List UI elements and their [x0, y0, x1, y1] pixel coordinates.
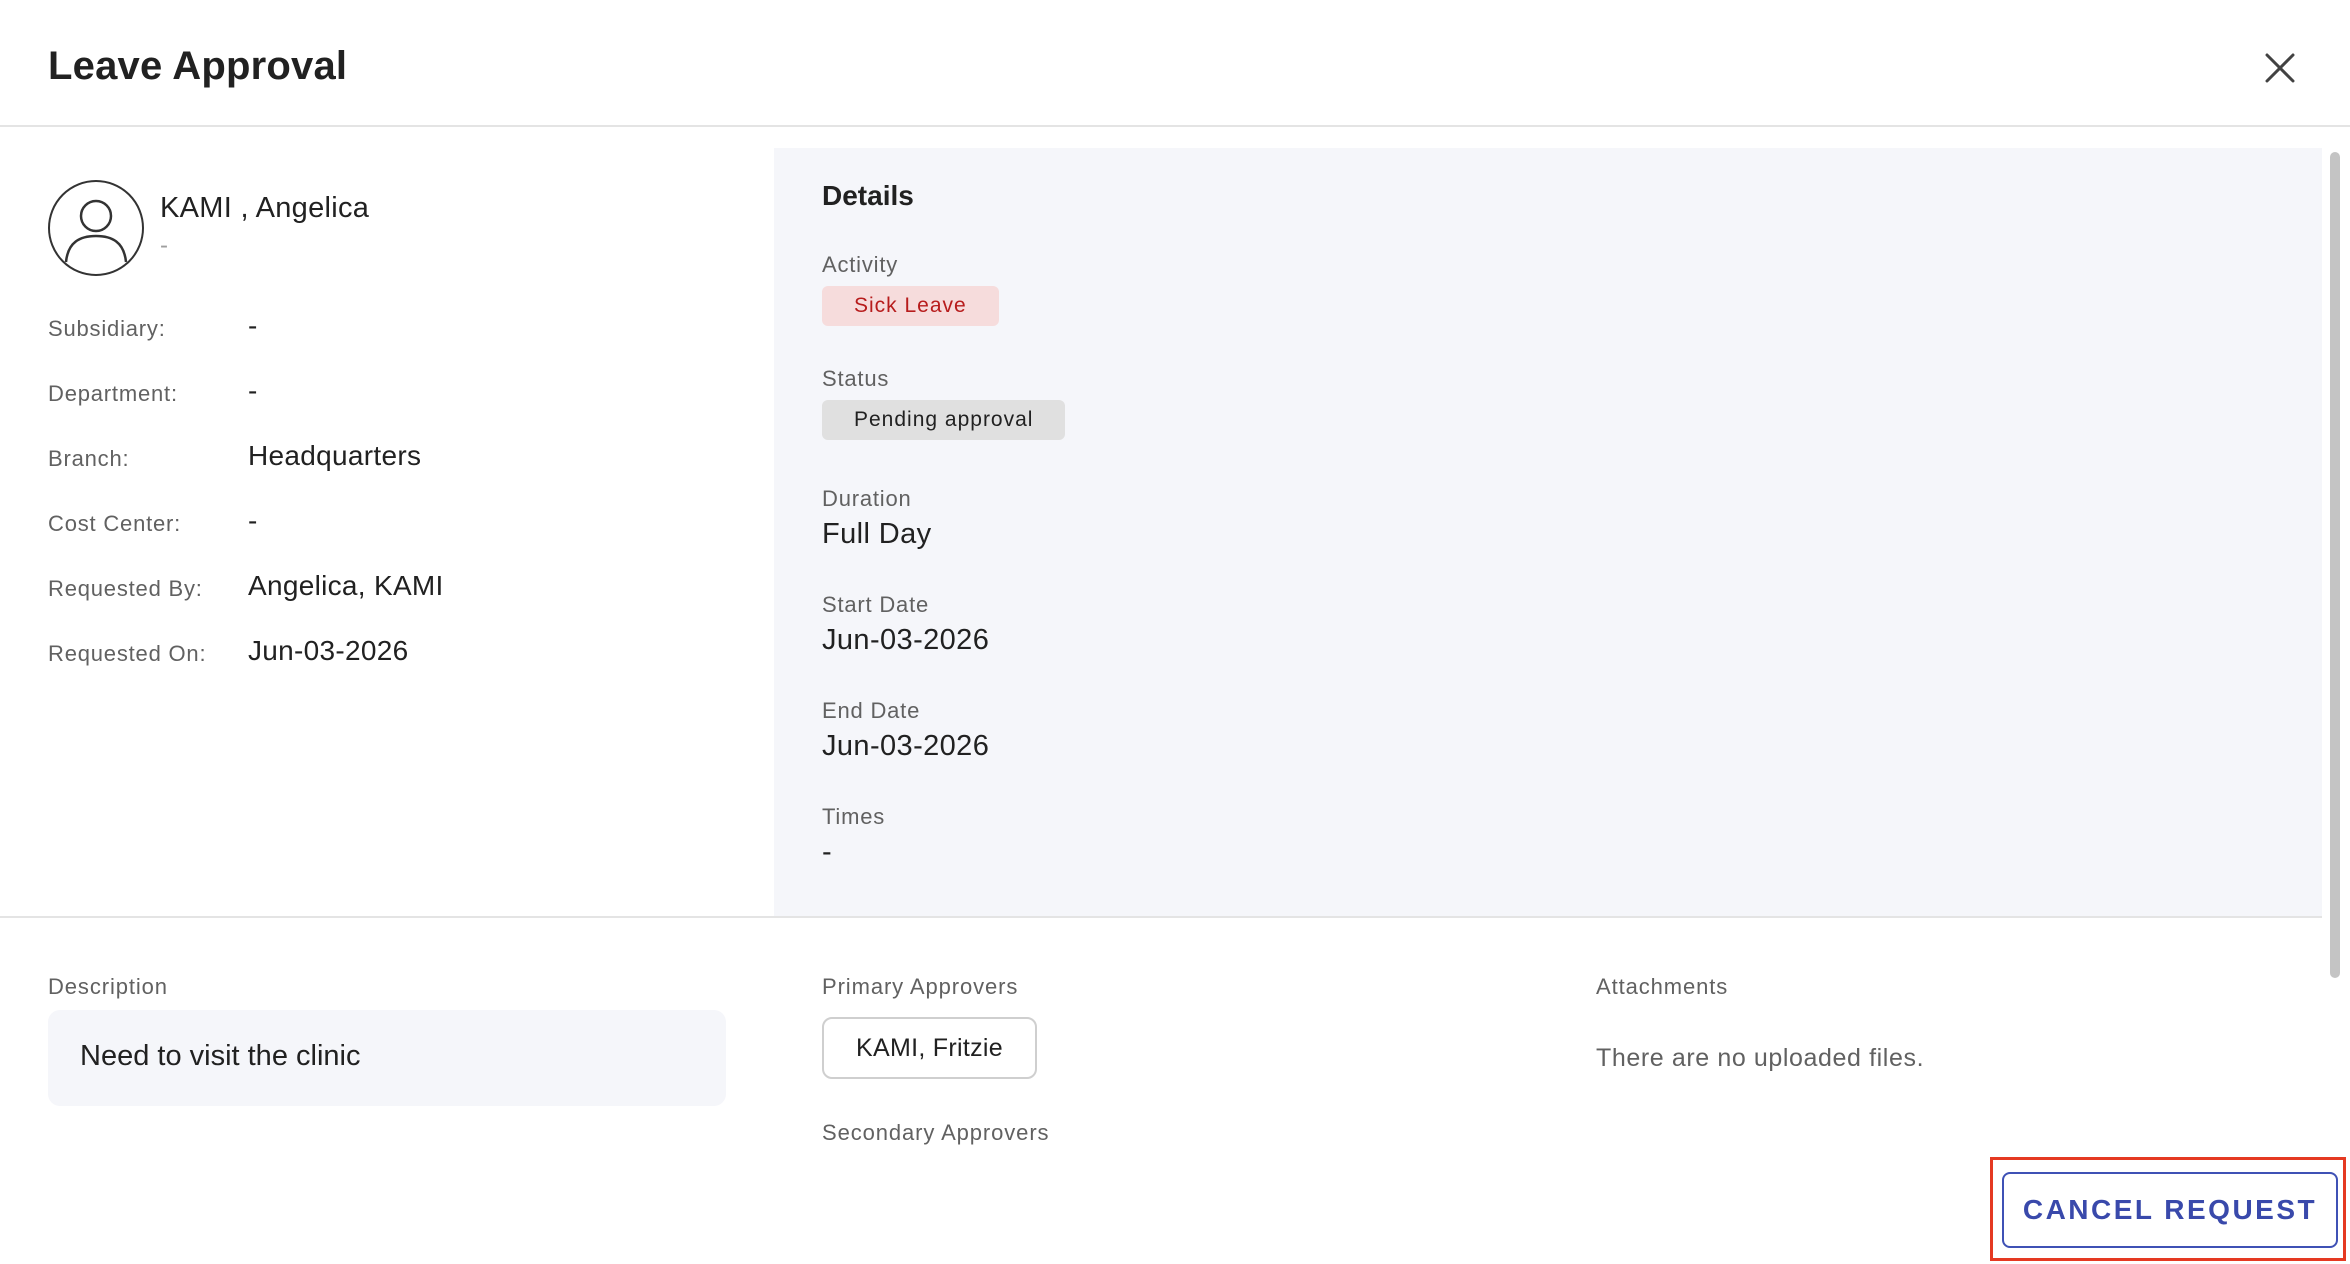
info-label: Subsidiary:	[48, 316, 166, 341]
close-icon	[2265, 53, 2295, 83]
info-row-requested-by: Requested By: Angelica, KAMI	[48, 570, 748, 610]
end-date-label: End Date	[822, 698, 921, 723]
info-label: Branch:	[48, 446, 130, 471]
info-row-branch: Branch: Headquarters	[48, 440, 748, 480]
info-label: Department:	[48, 381, 178, 406]
description-box: Need to visit the clinic	[48, 1010, 726, 1106]
info-value: -	[248, 310, 258, 341]
attachments-label: Attachments	[1596, 974, 1729, 999]
primary-approvers-label: Primary Approvers	[822, 974, 1019, 999]
info-value: -	[248, 375, 258, 406]
employee-subtitle: -	[160, 232, 168, 259]
status-label: Status	[822, 366, 890, 391]
info-label: Requested On:	[48, 641, 207, 666]
dialog-title: Leave Approval	[48, 44, 348, 88]
user-avatar-icon	[64, 199, 128, 263]
description-label: Description	[48, 974, 168, 999]
info-label: Cost Center:	[48, 511, 182, 536]
info-row-subsidiary: Subsidiary: -	[48, 310, 748, 350]
activity-chip: Sick Leave	[822, 286, 999, 326]
bottom-section: Description Need to visit the clinic Pri…	[0, 918, 2322, 1264]
details-title: Details	[822, 180, 914, 211]
start-date-label: Start Date	[822, 592, 930, 617]
start-date-value: Jun-03-2026	[822, 624, 990, 656]
times-value: -	[822, 836, 833, 868]
avatar	[48, 180, 144, 276]
info-value: Jun-03-2026	[248, 635, 409, 666]
close-button[interactable]	[2256, 44, 2304, 92]
info-row-cost-center: Cost Center: -	[48, 505, 748, 545]
approver-chip: KAMI, Fritzie	[822, 1017, 1037, 1079]
dialog-header: Leave Approval	[0, 0, 2350, 127]
status-badge: Pending approval	[822, 400, 1066, 440]
details-panel: Details Activity Sick Leave Status Pendi…	[774, 148, 2322, 916]
cancel-request-button[interactable]: CANCEL REQUEST	[2002, 1172, 2338, 1248]
scrollbar-thumb[interactable]	[2330, 152, 2340, 978]
scrollbar[interactable]	[2326, 148, 2344, 1248]
info-label: Requested By:	[48, 576, 203, 601]
duration-label: Duration	[822, 486, 912, 511]
times-label: Times	[822, 804, 886, 829]
description-text: Need to visit the clinic	[80, 1040, 361, 1072]
end-date-value: Jun-03-2026	[822, 730, 990, 762]
info-row-requested-on: Requested On: Jun-03-2026	[48, 635, 748, 675]
info-value: Headquarters	[248, 440, 422, 471]
employee-panel: KAMI , Angelica - Subsidiary: - Departme…	[0, 128, 774, 916]
duration-value: Full Day	[822, 518, 932, 550]
secondary-approvers-label: Secondary Approvers	[822, 1120, 1050, 1145]
activity-label: Activity	[822, 252, 899, 277]
info-value: -	[248, 505, 258, 536]
employee-name: KAMI , Angelica	[160, 192, 370, 224]
attachments-empty-text: There are no uploaded files.	[1596, 1044, 1925, 1072]
info-row-department: Department: -	[48, 375, 748, 415]
info-value: Angelica, KAMI	[248, 570, 444, 601]
